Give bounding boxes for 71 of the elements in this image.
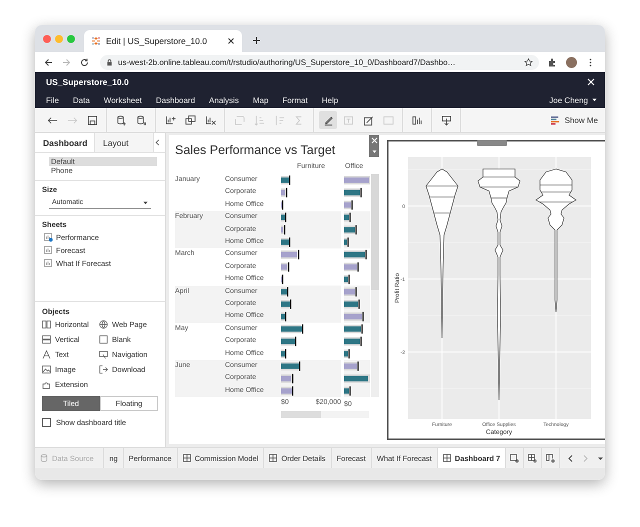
database-icon xyxy=(40,454,48,462)
format-icon xyxy=(362,114,374,126)
checkbox[interactable] xyxy=(42,418,51,427)
undo-icon xyxy=(46,114,58,126)
back-icon[interactable] xyxy=(44,58,53,66)
clear-sheet-icon xyxy=(204,114,216,126)
menu-item[interactable]: Analysis xyxy=(209,96,239,104)
menu-item[interactable]: Worksheet xyxy=(104,96,142,104)
swap-icon xyxy=(234,114,244,126)
highlight-icon xyxy=(322,114,334,126)
tableau-logo-icon xyxy=(91,36,101,46)
address-bar[interactable]: us-west-2b.online.tableau.com/t/rstudio/authoring/US_Superstore_10_0/Dashboard7/Dashbo… xyxy=(100,54,539,70)
show-cards-icon xyxy=(412,114,422,126)
avatar[interactable] xyxy=(566,56,577,68)
blank-icon xyxy=(99,335,108,344)
duplicate-icon xyxy=(184,114,196,126)
pause-updates-icon xyxy=(136,114,146,126)
totals-icon xyxy=(294,114,304,126)
dashboard-icon xyxy=(442,454,451,462)
panel-tab[interactable]: Layout xyxy=(95,133,154,152)
menu-item[interactable]: Format xyxy=(282,96,308,104)
close-icon[interactable] xyxy=(587,78,595,86)
dashboard-icon xyxy=(182,454,191,462)
move-handle[interactable] xyxy=(477,140,507,146)
lock-icon xyxy=(106,58,113,66)
vertical-scrollbar[interactable] xyxy=(371,174,379,398)
text-icon xyxy=(42,350,51,359)
caret-icon xyxy=(143,200,148,204)
new-sheet-icon xyxy=(510,454,520,462)
horizontal-container-icon xyxy=(42,320,51,329)
menu-item[interactable]: Help xyxy=(322,96,338,104)
horizontal-scrollbar[interactable] xyxy=(281,411,369,418)
sort-descending-icon xyxy=(274,114,284,126)
vertical-container-icon xyxy=(42,335,51,344)
label-icon xyxy=(342,114,354,126)
new-data-source-icon xyxy=(116,114,126,126)
close-tab-icon[interactable] xyxy=(227,37,235,45)
zone-controls[interactable] xyxy=(369,135,379,157)
show-me-button[interactable]: Show Me xyxy=(546,114,602,126)
browser-tab[interactable]: Edit | US_Superstore_10.0 xyxy=(84,30,242,52)
download-icon xyxy=(440,114,452,126)
sort-ascending-icon xyxy=(254,114,264,126)
bookmark-star-icon[interactable] xyxy=(524,58,533,66)
extensions-icon[interactable] xyxy=(548,58,557,66)
chart-title: Sales Performance vs Target xyxy=(175,143,336,157)
download-icon xyxy=(99,365,108,374)
scroll-left-icon[interactable] xyxy=(566,454,575,462)
fit-icon xyxy=(382,114,394,126)
menu-item[interactable]: Dashboard xyxy=(156,96,196,104)
collapse-icon[interactable] xyxy=(154,139,161,146)
new-tab-icon[interactable] xyxy=(252,36,261,45)
caret-icon[interactable] xyxy=(370,148,378,155)
caret-icon xyxy=(592,98,597,102)
navigation-icon xyxy=(99,350,108,359)
toolbar-button[interactable] xyxy=(319,111,337,129)
new-story-icon xyxy=(546,454,556,462)
extension-icon xyxy=(42,380,51,389)
image-icon xyxy=(42,365,51,374)
menu-item[interactable]: Data xyxy=(72,96,90,104)
globe-icon xyxy=(99,320,108,329)
dashboard-icon xyxy=(269,454,278,462)
user-menu[interactable]: Joe Cheng xyxy=(549,96,597,104)
bar-chart-icon xyxy=(550,116,560,124)
menu-item[interactable]: Map xyxy=(252,96,268,104)
new-worksheet-icon xyxy=(164,114,176,126)
new-dashboard-icon xyxy=(528,454,538,462)
workbook-title: US_Superstore_10.0 xyxy=(46,77,129,87)
redo-icon xyxy=(66,114,78,126)
reload-icon[interactable] xyxy=(80,58,89,66)
menu-item[interactable]: File xyxy=(46,96,59,104)
save-icon xyxy=(86,114,98,126)
